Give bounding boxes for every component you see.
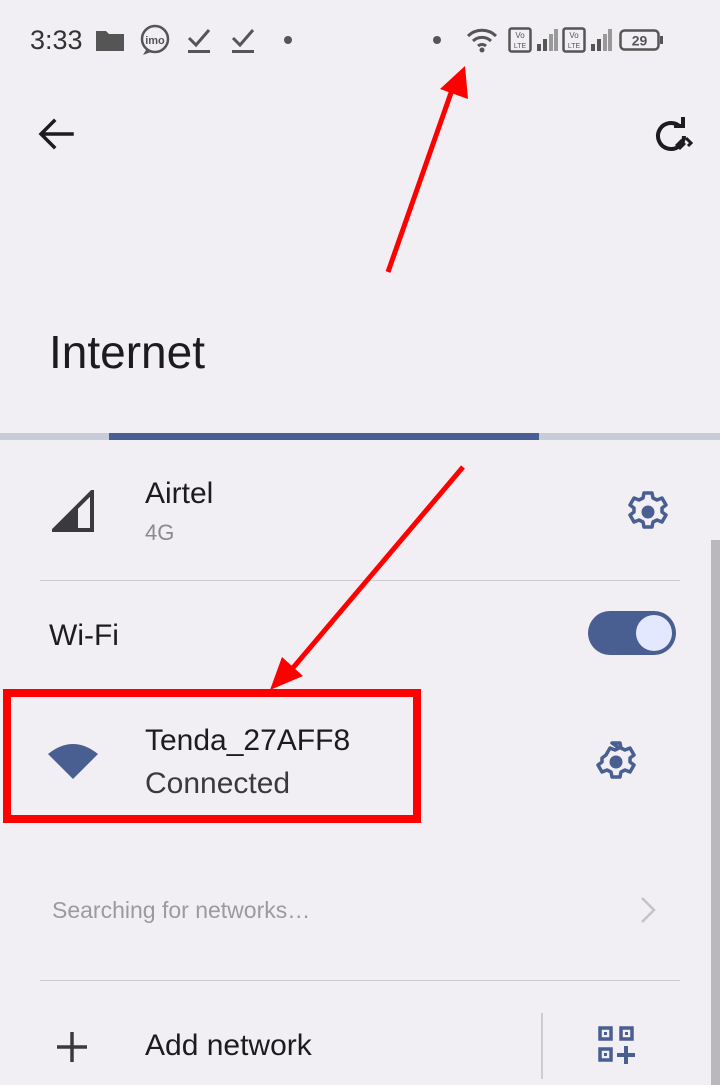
annotation-arrow-to-network (270, 465, 465, 690)
annotation-arrow-to-wifi-icon (385, 66, 468, 273)
annotation-arrows (270, 66, 468, 690)
